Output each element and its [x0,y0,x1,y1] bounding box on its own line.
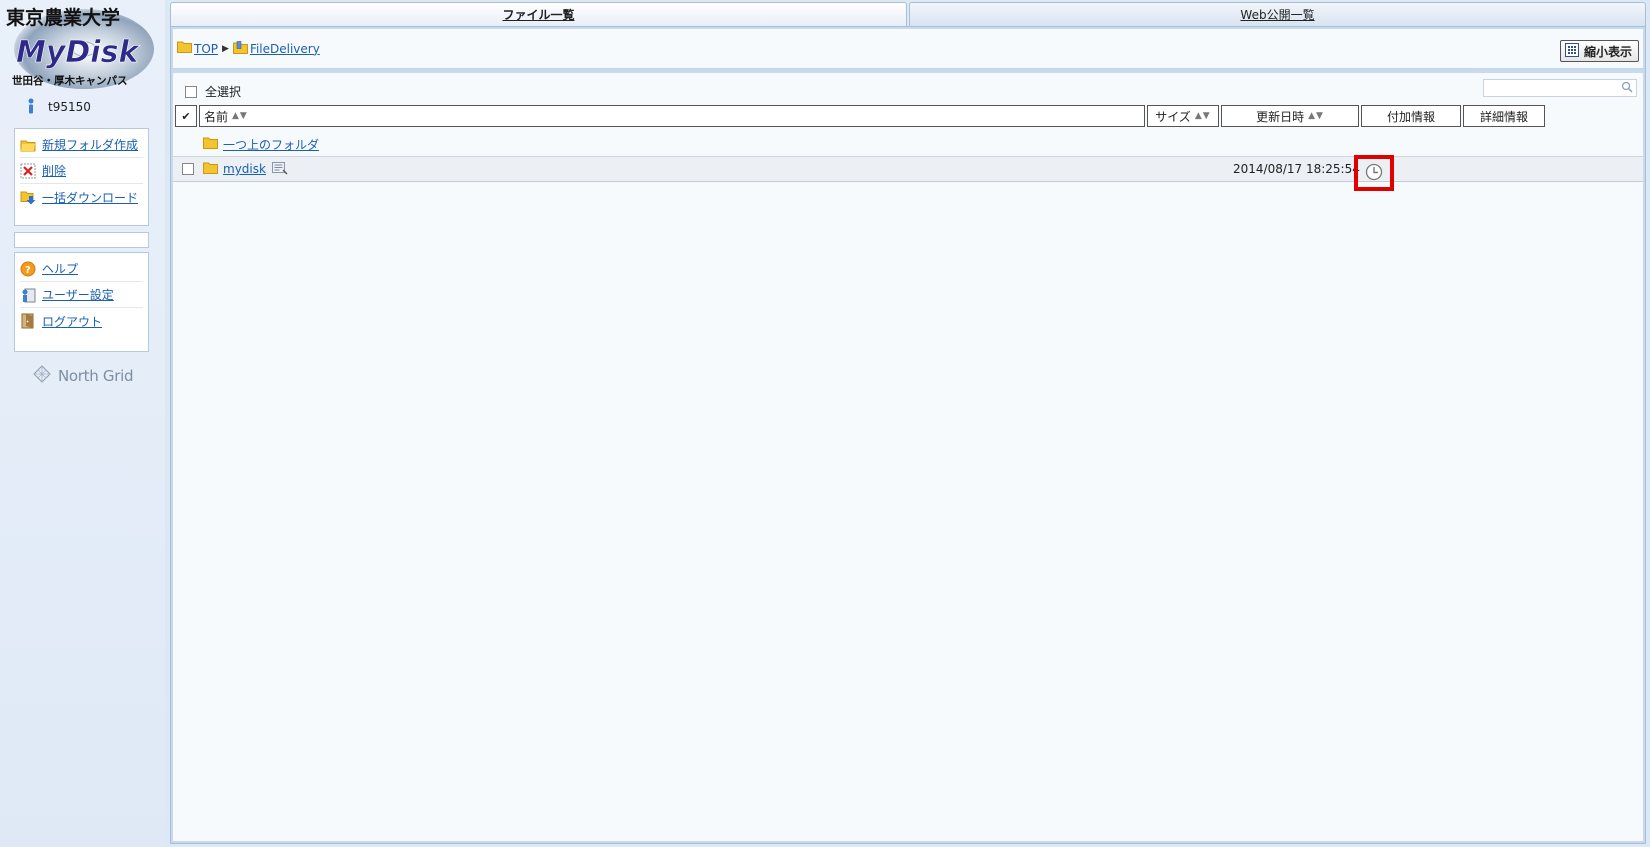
delete-link[interactable]: 削除 [42,162,66,179]
svg-text:東京農業大学: 東京農業大学 [6,6,120,29]
search-icon [1621,81,1633,96]
user-info: t95150 [26,98,91,116]
tab-bar: ファイル一覧 Web公開一覧 [170,2,1646,26]
svg-text:世田谷・厚木キャンパス: 世田谷・厚木キャンパス [12,74,128,87]
folder-icon [203,162,218,177]
sidebar-blank-field [14,232,149,248]
svg-text:?: ? [25,265,31,276]
delete-icon [20,163,36,179]
table-header: ✔ 名前 ▲▼ サイズ ▲▼ 更新日時 ▲▼ 付加情報 詳細情報 [175,105,1641,127]
bulk-download-icon [20,189,36,205]
search-input[interactable] [1483,79,1637,97]
breadcrumb-filedelivery[interactable]: FileDelivery [232,40,320,57]
row-updated: 2014/08/17 18:25:54 [1233,162,1360,176]
new-folder-link[interactable]: 新規フォルダ作成 [42,136,138,153]
help-link[interactable]: ヘルプ [42,260,78,277]
mydisk-logo[interactable]: 東京農業大学 MyDisk 世田谷・厚木キャンパス [4,4,156,90]
header-extra-label: 付加情報 [1386,109,1435,124]
north-grid-text: North Grid [58,367,134,385]
new-folder-icon [20,137,36,153]
compact-view-button[interactable]: 縮小表示 [1559,40,1639,62]
user-id: t95150 [48,100,91,114]
sort-arrows-icon[interactable]: ▲▼ [1308,111,1324,121]
row-checkbox[interactable] [182,163,194,175]
breadcrumb: TOP ▶ FileDelivery 縮小表示 [173,29,1643,69]
folder-icon [203,137,218,152]
logout-link[interactable]: ログアウト [42,313,102,330]
header-details-label: 詳細情報 [1479,109,1528,124]
help-icon: ? [20,261,36,277]
help-action[interactable]: ? ヘルプ [20,256,143,282]
grid-view-icon [1564,42,1579,60]
header-size-label: サイズ [1155,109,1191,124]
new-folder-action[interactable]: 新規フォルダ作成 [20,132,143,158]
checkmark-icon: ✔ [181,109,191,123]
breadcrumb-top[interactable]: TOP [177,41,218,56]
shared-folder-icon [232,40,248,57]
header-details[interactable]: 詳細情報 [1463,105,1545,127]
user-settings-link[interactable]: ユーザー設定 [42,286,114,303]
parent-folder-row[interactable]: 一つ上のフォルダ [173,131,1643,157]
svg-text:MyDisk: MyDisk [16,35,140,70]
header-updated-label: 更新日時 [1256,109,1305,124]
north-grid-icon [32,364,52,388]
header-extra-info[interactable]: 付加情報 [1361,105,1461,127]
tab-file-list[interactable]: ファイル一覧 [170,2,907,26]
properties-icon[interactable] [271,161,288,178]
action-panel: 新規フォルダ作成 削除 一括ダウンロード [14,128,149,226]
help-panel: ? ヘルプ ユーザー設定 ログアウト [14,252,149,352]
parent-folder-link[interactable]: 一つ上のフォルダ [223,136,319,153]
logout-icon [20,313,36,329]
select-all[interactable]: 全選択 [185,83,241,100]
north-grid-logo: North Grid [32,364,134,388]
clock-icon [1364,162,1384,185]
compact-view-label: 縮小表示 [1583,44,1632,59]
user-icon [26,98,36,117]
file-list: 全選択 ✔ 名前 ▲▼ サイズ ▲▼ 更新日時 ▲▼ 付加情報 詳細情報 一つ上… [173,73,1643,841]
header-check-column[interactable]: ✔ [175,105,197,127]
header-updated[interactable]: 更新日時 ▲▼ [1221,105,1359,127]
delete-action[interactable]: 削除 [20,158,143,184]
row-name-link[interactable]: mydisk [223,162,266,176]
folder-icon [177,41,192,56]
sort-arrows-icon[interactable]: ▲▼ [232,111,248,121]
tab-web-publish-list[interactable]: Web公開一覧 [909,2,1646,26]
logout-action[interactable]: ログアウト [20,308,143,334]
breadcrumb-top-link[interactable]: TOP [194,42,218,56]
user-settings-icon [20,287,36,303]
table-row[interactable]: mydisk 2014/08/17 18:25:54 [173,155,1643,191]
header-size[interactable]: サイズ ▲▼ [1147,105,1219,127]
sidebar: 東京農業大学 MyDisk 世田谷・厚木キャンパス t95150 新規フォルダ作… [0,0,165,847]
history-button[interactable] [1354,155,1394,191]
bulk-download-link[interactable]: 一括ダウンロード [42,189,138,206]
main-panel: TOP ▶ FileDelivery 縮小表示 全選択 ✔ 名前 ▲▼ サイズ … [170,26,1646,844]
bulk-download-action[interactable]: 一括ダウンロード [20,184,143,210]
header-name-label: 名前 [204,109,229,124]
breadcrumb-separator-icon: ▶ [222,43,229,54]
select-all-label: 全選択 [205,85,242,99]
select-all-checkbox[interactable] [185,85,197,98]
header-name[interactable]: 名前 ▲▼ [199,105,1145,127]
breadcrumb-filedelivery-link[interactable]: FileDelivery [250,42,320,56]
sort-arrows-icon[interactable]: ▲▼ [1195,111,1211,121]
user-settings-action[interactable]: ユーザー設定 [20,282,143,308]
